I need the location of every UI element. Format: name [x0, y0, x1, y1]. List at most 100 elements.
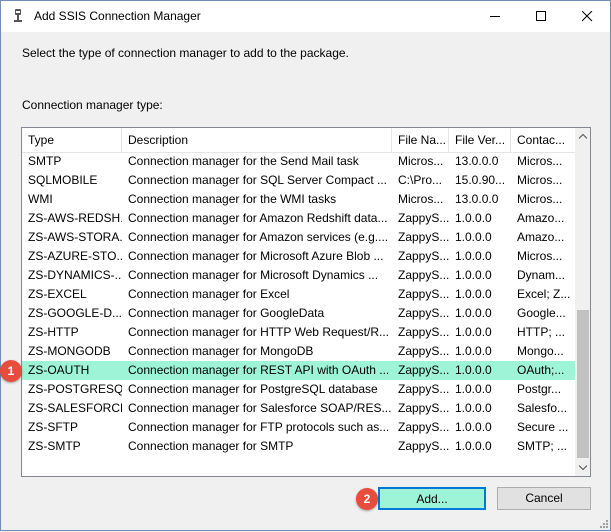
cell-file-version: 13.0.0.0 — [455, 154, 499, 168]
cell-description: Connection manager for Amazon services (… — [128, 230, 389, 244]
cell-description: Connection manager for the WMI tasks — [128, 192, 337, 206]
column-header-description[interactable]: Description — [122, 128, 392, 152]
cell-contact: Salesfo... — [517, 401, 568, 415]
cell-type: ZS-DYNAMICS-... — [28, 268, 122, 282]
list-row[interactable]: SMTP Connection manager for the Send Mai… — [22, 152, 575, 171]
cell-type: ZS-AWS-STORA... — [28, 230, 122, 244]
cell-file-name: ZappyS... — [398, 420, 449, 434]
chevron-up-icon — [579, 134, 587, 139]
cell-contact: HTTP; ... — [517, 325, 565, 339]
cell-contact: SMTP; ... — [517, 439, 568, 453]
cell-file-version: 1.0.0.0 — [455, 420, 492, 434]
cell-type: ZS-SALESFORCE — [28, 401, 122, 415]
cell-file-version: 1.0.0.0 — [455, 287, 492, 301]
list-row[interactable]: ZS-AWS-REDSH... Connection manager for A… — [22, 209, 575, 228]
cell-contact: Micros... — [517, 249, 563, 263]
cell-description: Connection manager for Amazon Redshift d… — [128, 211, 388, 225]
list-row[interactable]: ZS-SFTP Connection manager for FTP proto… — [22, 418, 575, 437]
cell-file-name: ZappyS... — [398, 249, 449, 263]
column-header-type[interactable]: Type — [22, 128, 122, 152]
cell-file-version: 1.0.0.0 — [455, 306, 492, 320]
list-row[interactable]: ZS-MONGODB Connection manager for MongoD… — [22, 342, 575, 361]
ssis-connection-icon — [10, 8, 26, 24]
cell-file-name: ZappyS... — [398, 401, 449, 415]
cell-description: Connection manager for REST API with OAu… — [128, 363, 390, 377]
cell-description: Connection manager for Excel — [128, 287, 290, 301]
instruction-text: Select the type of connection manager to… — [22, 46, 349, 60]
cell-file-name: C:\Pro... — [398, 173, 443, 187]
cell-file-name: ZappyS... — [398, 211, 449, 225]
cell-file-name: ZappyS... — [398, 363, 449, 377]
cell-contact: Micros... — [517, 154, 563, 168]
column-header-file-version[interactable]: File Ver... — [449, 128, 511, 152]
chevron-down-icon — [579, 465, 587, 470]
cell-contact: Micros... — [517, 192, 563, 206]
list-row[interactable]: ZS-EXCEL Connection manager for Excel Za… — [22, 285, 575, 304]
cell-file-name: ZappyS... — [398, 268, 449, 282]
cell-contact: Postgr... — [517, 382, 562, 396]
list-row[interactable]: ZS-GOOGLE-D... Connection manager for Go… — [22, 304, 575, 323]
title-bar[interactable]: Add SSIS Connection Manager — [1, 1, 610, 32]
list-header: Type Description File Na... File Ver... … — [22, 128, 575, 153]
cell-description: Connection manager for FTP protocols suc… — [128, 420, 390, 434]
cell-type: ZS-GOOGLE-D... — [28, 306, 122, 320]
cell-file-version: 1.0.0.0 — [455, 382, 492, 396]
cell-contact: OAuth;... — [517, 363, 565, 377]
cell-contact: Secure ... — [517, 420, 569, 434]
cancel-button[interactable]: Cancel — [497, 487, 591, 510]
cell-contact: Excel; Z... — [517, 287, 571, 301]
cell-file-version: 13.0.0.0 — [455, 192, 499, 206]
list-row[interactable]: ZS-SMTP Connection manager for SMTP Zapp… — [22, 437, 575, 456]
cell-file-version: 1.0.0.0 — [455, 211, 492, 225]
cell-file-version: 1.0.0.0 — [455, 344, 492, 358]
column-header-file-name[interactable]: File Na... — [392, 128, 449, 152]
cell-description: Connection manager for GoogleData — [128, 306, 325, 320]
cell-contact: Amazo... — [517, 211, 565, 225]
minimize-button[interactable] — [472, 1, 518, 32]
maximize-button[interactable] — [518, 1, 564, 32]
cell-file-version: 1.0.0.0 — [455, 325, 492, 339]
cell-file-version: 1.0.0.0 — [455, 439, 492, 453]
cell-type: ZS-AZURE-STO... — [28, 249, 122, 263]
cell-type: ZS-MONGODB — [28, 344, 111, 358]
list-row[interactable]: ZS-DYNAMICS-... Connection manager for M… — [22, 266, 575, 285]
cell-file-name: ZappyS... — [398, 344, 449, 358]
list-row[interactable]: ZS-POSTGRESQL Connection manager for Pos… — [22, 380, 575, 399]
add-button[interactable]: Add... — [378, 487, 486, 510]
cell-file-name: ZappyS... — [398, 325, 449, 339]
list-row[interactable]: WMI Connection manager for the WMI tasks… — [22, 190, 575, 209]
list-row[interactable]: SQLMOBILE Connection manager for SQL Ser… — [22, 171, 575, 190]
window-title: Add SSIS Connection Manager — [34, 9, 201, 23]
list-row[interactable]: ZS-AZURE-STO... Connection manager for M… — [22, 247, 575, 266]
list-row[interactable]: ZS-HTTP Connection manager for HTTP Web … — [22, 323, 575, 342]
connection-manager-list[interactable]: Type Description File Na... File Ver... … — [21, 127, 591, 477]
list-row[interactable]: ZS-AWS-STORA... Connection manager for A… — [22, 228, 575, 247]
cell-file-name: ZappyS... — [398, 382, 449, 396]
maximize-icon — [536, 11, 546, 21]
scroll-up-button[interactable] — [575, 128, 590, 145]
cell-description: Connection manager for HTTP Web Request/… — [128, 325, 390, 339]
cell-description: Connection manager for PostgreSQL databa… — [128, 382, 378, 396]
cell-type: ZS-SFTP — [28, 420, 78, 434]
close-button[interactable] — [564, 1, 610, 32]
step-badge-1: 1 — [0, 360, 22, 382]
cell-description: Connection manager for Salesforce SOAP/R… — [128, 401, 392, 415]
list-row[interactable]: ZS-SALESFORCE Connection manager for Sal… — [22, 399, 575, 418]
cell-file-name: ZappyS... — [398, 230, 449, 244]
column-header-contact[interactable]: Contac... — [511, 128, 575, 152]
cell-description: Connection manager for the Send Mail tas… — [128, 154, 359, 168]
cell-type: ZS-OAUTH — [28, 363, 90, 377]
vertical-scrollbar[interactable] — [575, 128, 590, 476]
resize-grip-icon[interactable] — [597, 517, 609, 529]
scroll-down-button[interactable] — [575, 459, 590, 476]
cell-file-version: 1.0.0.0 — [455, 249, 492, 263]
cell-file-version: 1.0.0.0 — [455, 230, 492, 244]
cell-type: ZS-AWS-REDSH... — [28, 211, 122, 225]
list-row-selected[interactable]: ZS-OAUTH Connection manager for REST API… — [22, 361, 575, 380]
step-badge-2: 2 — [356, 488, 378, 510]
cell-description: Connection manager for Microsoft Dynamic… — [128, 268, 379, 282]
cell-file-name: ZappyS... — [398, 439, 449, 453]
cell-file-name: Micros... — [398, 192, 444, 206]
scroll-thumb[interactable] — [577, 310, 589, 458]
cell-file-name: ZappyS... — [398, 287, 449, 301]
